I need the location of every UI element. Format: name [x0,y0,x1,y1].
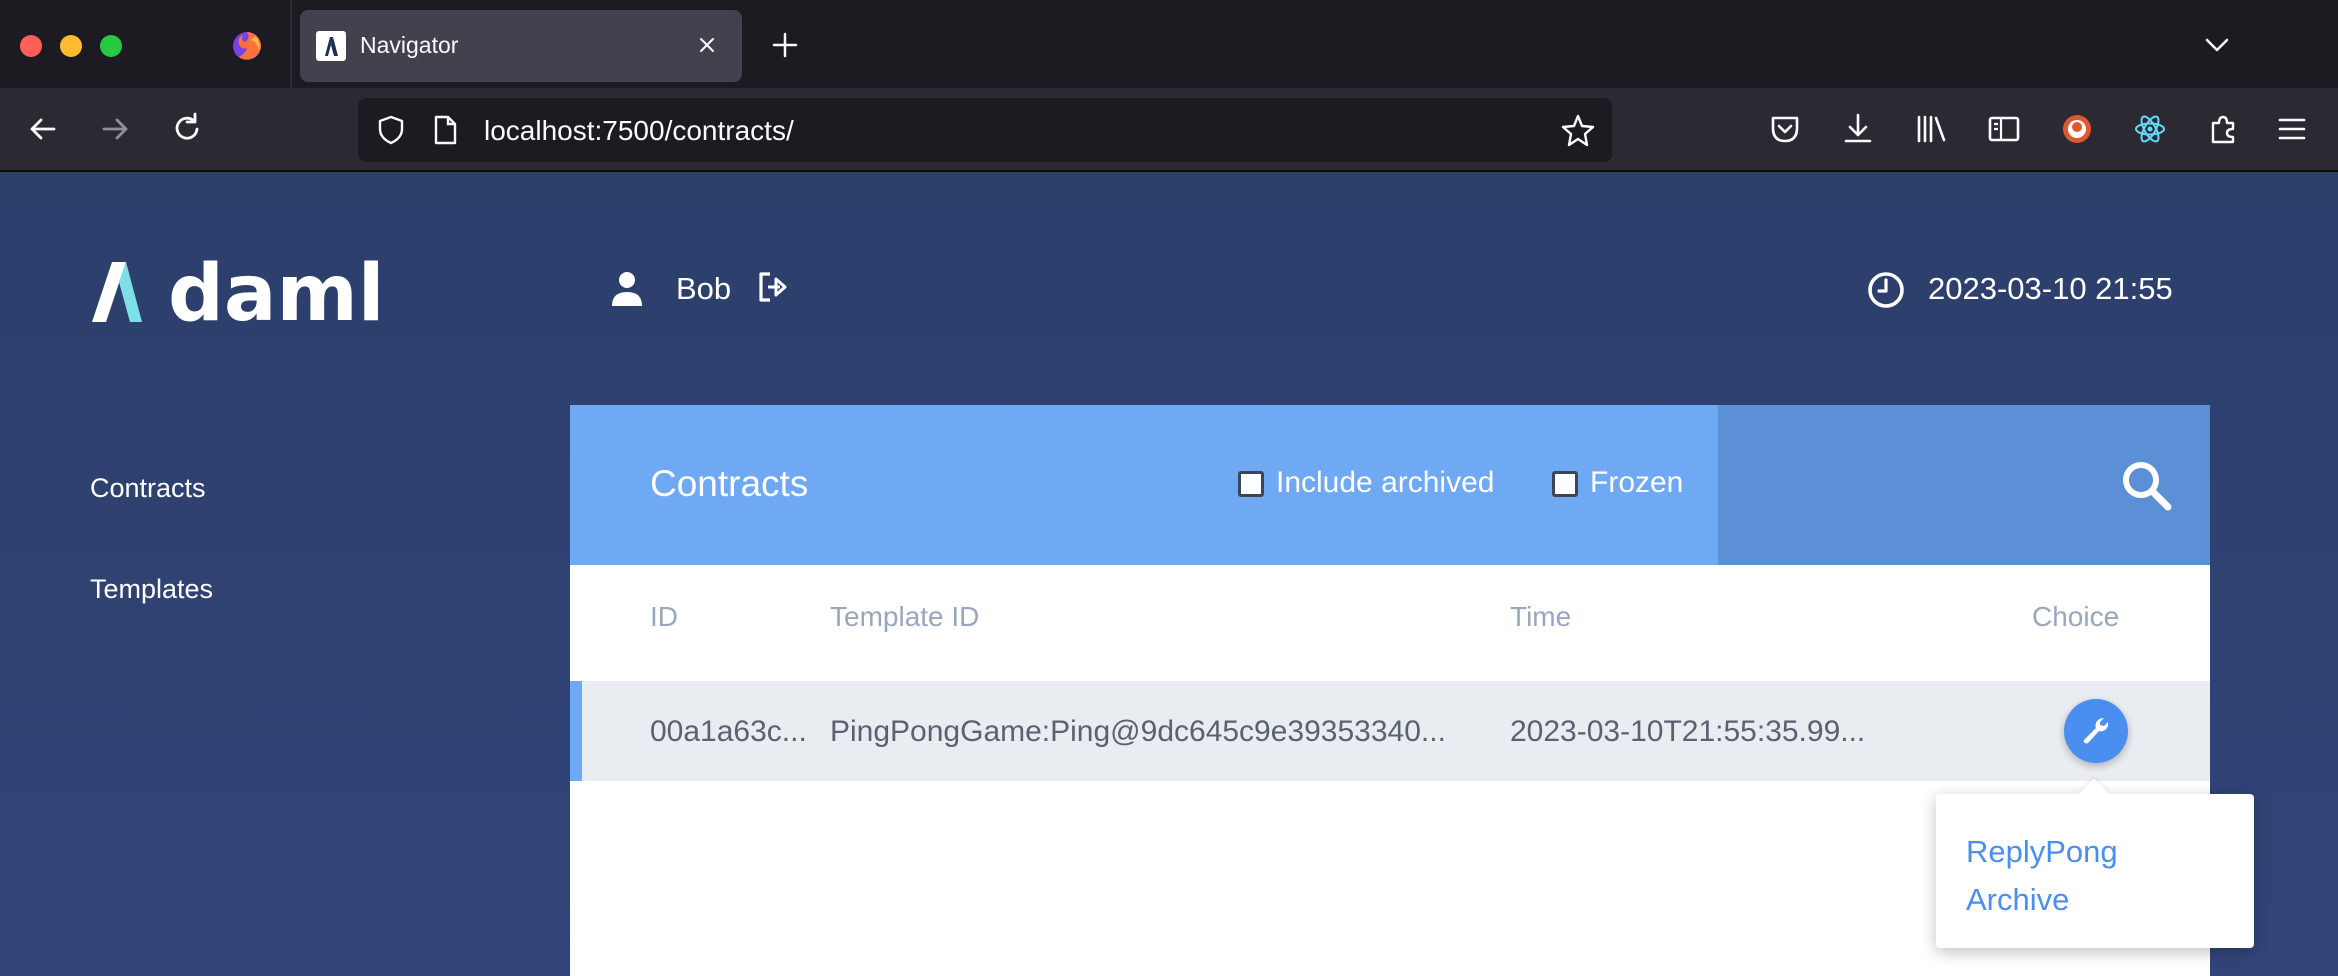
extensions-icon[interactable] [2203,109,2243,149]
search-icon[interactable] [2118,457,2174,513]
logout-icon[interactable] [756,270,790,304]
url-bar[interactable]: localhost:7500/contracts/ [358,98,1612,162]
page-icon [434,115,457,145]
clock-icon [1868,272,1904,308]
url-text[interactable]: localhost:7500/contracts/ [484,115,794,147]
reload-icon[interactable] [166,108,208,150]
contract-id-cell: 00a1a63c... [650,715,807,748]
sidebar-item-templates[interactable]: Templates [90,574,213,605]
react-devtools-icon[interactable] [2130,109,2170,149]
daml-favicon-icon [316,31,346,61]
forward-arrow-icon[interactable] [94,108,136,150]
menu-item-archive[interactable]: Archive [1966,882,2069,918]
back-arrow-icon[interactable] [22,108,64,150]
include-archived-checkbox[interactable] [1238,471,1264,497]
time-cell: 2023-03-10T21:55:35.99... [1510,715,1866,748]
frozen-label[interactable]: Frozen [1590,466,1683,500]
close-tab-icon[interactable] [690,28,724,62]
svg-text:daml: daml [168,256,380,326]
daml-logo: daml [92,256,380,326]
shield-icon[interactable] [374,113,408,147]
bookmark-star-icon[interactable] [1560,112,1596,148]
browser-nav-bar: localhost:7500/contracts/ [0,88,2338,172]
contracts-panel-header: Contracts Include archived Frozen [570,405,2210,565]
column-header-id[interactable]: ID [650,601,678,633]
column-header-choice: Choice [2032,601,2120,632]
tab-title: Navigator [360,32,459,58]
choice-button[interactable] [2064,699,2128,763]
download-icon[interactable] [1838,109,1878,149]
browser-tab[interactable]: Navigator [300,10,742,82]
library-icon[interactable] [1911,109,1951,149]
maximize-window-button[interactable] [100,35,122,57]
column-header-template-id[interactable]: Template ID [830,601,979,633]
sidebar-item-contracts[interactable]: Contracts [90,473,206,504]
ledger-time[interactable]: 2023-03-10 21:55 [1928,271,2173,307]
firefox-icon[interactable] [231,30,263,62]
user-icon [612,272,642,306]
choice-menu: ReplyPong Archive [1936,794,2254,948]
new-tab-icon[interactable] [766,26,804,64]
sidebar-icon[interactable] [1984,109,2024,149]
chevron-down-icon[interactable] [2200,28,2234,62]
page-title: Contracts [650,463,809,504]
user-name: Bob [676,271,732,306]
table-row[interactable]: 00a1a63c... PingPongGame:Ping@9dc645c9e3… [570,681,2210,781]
template-id-cell: PingPongGame:Ping@9dc645c9e39353340... [830,715,1446,748]
minimize-window-button[interactable] [60,35,82,57]
column-header-time[interactable]: Time [1510,601,1571,633]
duckduckgo-icon[interactable] [2057,109,2097,149]
frozen-checkbox[interactable] [1552,471,1578,497]
browser-tab-bar: Navigator [0,0,2338,88]
include-archived-label[interactable]: Include archived [1276,466,1494,500]
tab-separator [290,0,292,88]
menu-icon[interactable] [2272,109,2312,149]
menu-item-replypong[interactable]: ReplyPong [1966,834,2118,870]
close-window-button[interactable] [20,35,42,57]
wrench-icon [2083,718,2109,744]
pocket-icon[interactable] [1765,109,1805,149]
search-area[interactable] [1718,405,2210,565]
row-selected-indicator [570,681,582,781]
